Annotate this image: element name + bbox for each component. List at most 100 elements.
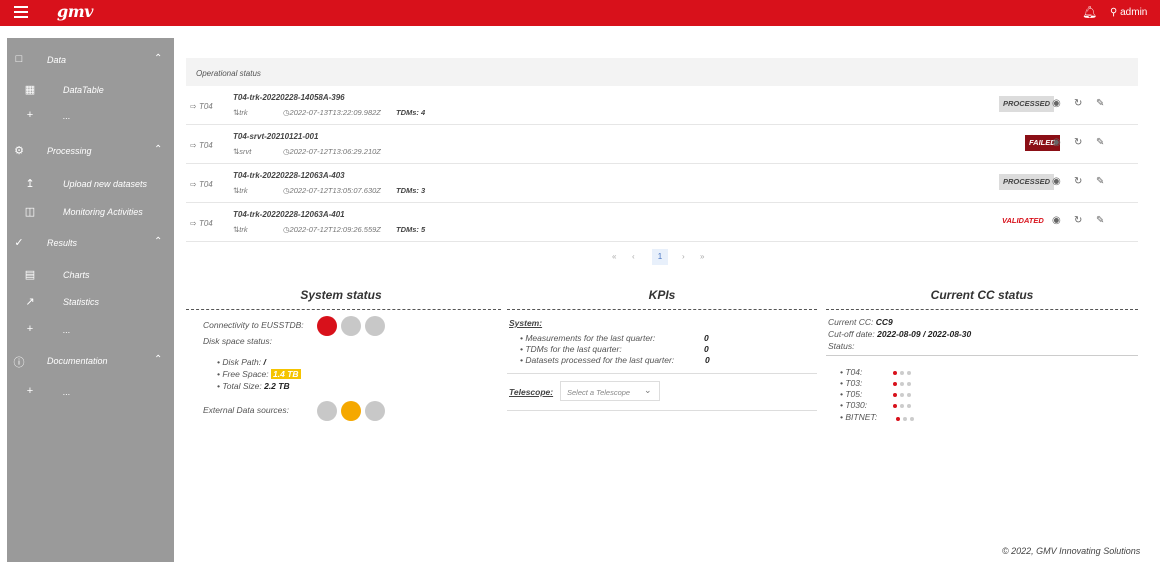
table-row[interactable]: ⇨ T04 T04-srvt-20210121-001 ⇅srvt ◷2022-… <box>186 126 1138 164</box>
telescope-status-bitnet: • BITNET: <box>840 412 878 422</box>
status-dot-grey <box>900 382 904 386</box>
sidebar-item-results-more[interactable]: + ... <box>7 319 174 341</box>
chevron-up-icon: ⌃ <box>154 236 163 247</box>
sidebar-item-label: Data <box>47 55 67 65</box>
current-cc-row: Current CC: CC9 <box>828 317 893 327</box>
next-page-button[interactable]: › <box>682 252 685 261</box>
sidebar-item-data[interactable]: □ Data ⌃ <box>7 49 174 71</box>
prev-page-button[interactable]: ‹ <box>632 252 635 261</box>
kpi-datasets-value: 0 <box>705 355 710 365</box>
kpi-measurements: • Measurements for the last quarter: <box>520 333 656 343</box>
dataset-time: ◷2022-07-12T13:06:29.210Z <box>283 147 381 156</box>
sidebar-item-label: Monitoring Activities <box>63 207 143 217</box>
sidebar-item-documentation[interactable]: ⓘ Documentation ⌃ <box>7 350 174 372</box>
eye-icon[interactable]: ◉ <box>1052 137 1061 148</box>
telescope-label: ⇨ T04 <box>190 141 213 150</box>
table-row[interactable]: ⇨ T04 T04-trk-20220228-12063A-401 ⇅trk ◷… <box>186 204 1138 242</box>
status-badge: PROCESSED <box>999 96 1055 112</box>
telescope-select-placeholder: Select a Telescope <box>567 388 631 397</box>
disk-space-label: Disk space status: <box>203 336 272 346</box>
kpis-title: KPIs <box>648 288 676 302</box>
edit-icon[interactable]: ✎ <box>1096 98 1104 109</box>
dataset-time: ◷2022-07-12T13:05:07.630Z <box>283 186 381 195</box>
tdm-count: TDMs: 5 <box>396 225 426 234</box>
sidebar-item-label: DataTable <box>63 85 104 95</box>
last-page-button[interactable]: » <box>700 252 704 261</box>
divider <box>507 373 817 374</box>
eye-icon[interactable]: ◉ <box>1052 176 1061 187</box>
plus-icon: + <box>26 109 34 121</box>
user-icon: ⚲ <box>1110 7 1118 18</box>
sidebar-item-datatable[interactable]: ▦ DataTable <box>7 79 174 101</box>
dataset-type: ⇅trk <box>233 108 248 117</box>
first-page-button[interactable]: « <box>612 252 616 261</box>
username: admin <box>1120 7 1148 18</box>
status-dot-red <box>893 371 897 375</box>
kpi-system-label: System: <box>509 318 543 328</box>
dataset-name: T04-trk-20220228-12063A-401 <box>233 210 345 219</box>
sidebar-item-data-more[interactable]: + ... <box>7 105 174 127</box>
kpi-measurements-value: 0 <box>704 333 709 343</box>
telescope-label: ⇨ T04 <box>190 102 213 111</box>
status-dot-grey <box>907 404 911 408</box>
table-row[interactable]: ⇨ T04 T04-trk-20220228-12063A-403 ⇅trk ◷… <box>186 165 1138 203</box>
external-source-status-grey <box>365 401 385 421</box>
dataset-time: ◷2022-07-13T13:22:09.982Z <box>283 108 381 117</box>
kpi-tdms: • TDMs for the last quarter: <box>520 344 622 354</box>
sidebar-item-docs-more[interactable]: + ... <box>7 381 174 403</box>
system-status-title: System status <box>300 288 382 302</box>
page-1-button[interactable]: 1 <box>652 249 668 265</box>
telescope-status-t030: • T030: <box>840 400 868 410</box>
trend-icon: ↗ <box>25 296 35 308</box>
eye-icon[interactable]: ◉ <box>1052 98 1061 109</box>
sidebar-item-processing[interactable]: ⚙ Processing ⌃ <box>7 140 174 162</box>
eye-icon[interactable]: ◉ <box>1052 215 1061 226</box>
refresh-icon[interactable]: ↻ <box>1074 98 1082 109</box>
dataset-time: ◷2022-07-12T12:09:26.559Z <box>283 225 381 234</box>
telescope-select[interactable]: Select a Telescope ⌄ <box>560 381 660 401</box>
status-label: Status: <box>828 341 855 351</box>
plus-icon: + <box>26 323 34 335</box>
kpi-tdms-value: 0 <box>704 344 709 354</box>
divider <box>186 309 501 310</box>
sidebar-item-results[interactable]: ✓ Results ⌃ <box>7 232 174 254</box>
refresh-icon[interactable]: ↻ <box>1074 176 1082 187</box>
monitor-icon: ◫ <box>24 206 36 218</box>
content-top-band <box>174 26 1160 37</box>
user-menu[interactable]: ⚲ admin <box>1110 7 1147 18</box>
edit-icon[interactable]: ✎ <box>1096 215 1104 226</box>
hamburger-menu-icon[interactable] <box>14 6 28 18</box>
refresh-icon[interactable]: ↻ <box>1074 215 1082 226</box>
cutoff-date-row: Cut-off date: 2022-08-09 / 2022-08-30 <box>828 329 972 339</box>
divider <box>507 309 817 310</box>
bell-icon[interactable]: 🔔︎ <box>1082 5 1097 19</box>
sidebar-item-upload[interactable]: ↥ Upload new datasets <box>7 173 174 195</box>
status-dot-grey <box>907 393 911 397</box>
sidebar-item-label: ... <box>63 325 71 335</box>
external-source-status-orange <box>341 401 361 421</box>
table-row[interactable]: ⇨ T04 T04-trk-20220228-14058A-396 ⇅trk ◷… <box>186 87 1138 125</box>
sidebar-item-monitoring[interactable]: ◫ Monitoring Activities <box>7 201 174 223</box>
sidebar-item-statistics[interactable]: ↗ Statistics <box>7 291 174 313</box>
status-dot-grey <box>903 417 907 421</box>
external-sources-label: External Data sources: <box>203 405 289 415</box>
tdm-count: TDMs: 4 <box>396 108 426 117</box>
status-dot-red <box>893 404 897 408</box>
chevron-up-icon: ⌃ <box>154 144 163 155</box>
divider <box>826 355 1138 356</box>
total-size-row: • Total Size: 2.2 TB <box>217 381 290 391</box>
kpi-telescope-label: Telescope: <box>509 387 554 397</box>
chevron-up-icon: ⌃ <box>154 53 163 64</box>
sidebar-item-label: Documentation <box>47 356 108 366</box>
telescope-status-t04: • T04: <box>840 367 863 377</box>
edit-icon[interactable]: ✎ <box>1096 137 1104 148</box>
edit-icon[interactable]: ✎ <box>1096 176 1104 187</box>
top-bar: gmv 🔔︎ ⚲ admin <box>0 0 1160 26</box>
info-icon: ⓘ <box>13 357 25 369</box>
upload-icon: ↥ <box>25 178 35 190</box>
refresh-icon[interactable]: ↻ <box>1074 137 1082 148</box>
connectivity-status-red <box>317 316 337 336</box>
status-dot-grey <box>907 371 911 375</box>
status-dot-grey <box>900 371 904 375</box>
sidebar-item-charts[interactable]: ▤ Charts <box>7 264 174 286</box>
